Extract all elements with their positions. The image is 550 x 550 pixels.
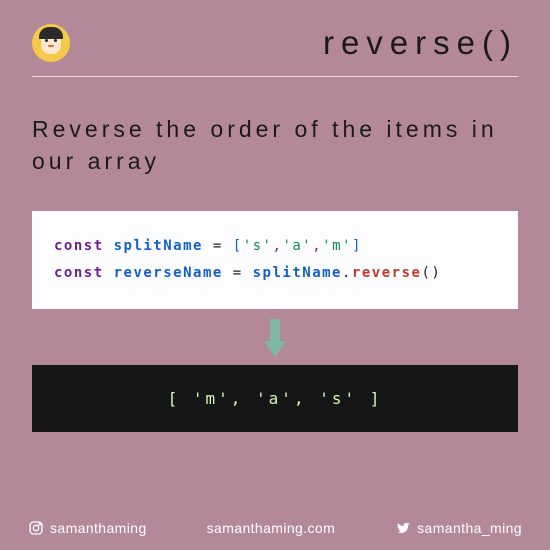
footer: samanthaming samanthaming.com samantha_m… [0, 520, 550, 536]
code-output: [ 'm', 'a', 's' ] [32, 365, 518, 432]
paren: () [421, 265, 441, 281]
instagram-icon [28, 520, 44, 536]
keyword: const [54, 238, 104, 254]
code-input: const splitName = ['s','a','m'] const re… [32, 211, 518, 308]
variable: splitName [114, 238, 203, 254]
method: reverse [352, 265, 422, 281]
avatar [32, 24, 70, 62]
arrow-down-icon [264, 319, 286, 359]
bracket: [ [233, 238, 243, 254]
dot: . [342, 265, 352, 281]
twitter-handle: samantha_ming [417, 520, 522, 536]
website-label: samanthaming.com [207, 520, 336, 536]
variable: reverseName [114, 265, 223, 281]
operator: = [213, 238, 223, 254]
bracket: ] [352, 238, 362, 254]
string: 'a' [282, 238, 312, 254]
comma: , [312, 238, 322, 254]
keyword: const [54, 265, 104, 281]
string: 'm' [322, 238, 352, 254]
page-title: reverse() [323, 24, 518, 62]
reference: splitName [253, 265, 342, 281]
twitter-icon [395, 520, 411, 536]
string: 's' [243, 238, 273, 254]
operator: = [233, 265, 243, 281]
description: Reverse the order of the items in our ar… [32, 113, 518, 177]
comma: , [273, 238, 283, 254]
instagram-handle: samanthaming [50, 520, 147, 536]
